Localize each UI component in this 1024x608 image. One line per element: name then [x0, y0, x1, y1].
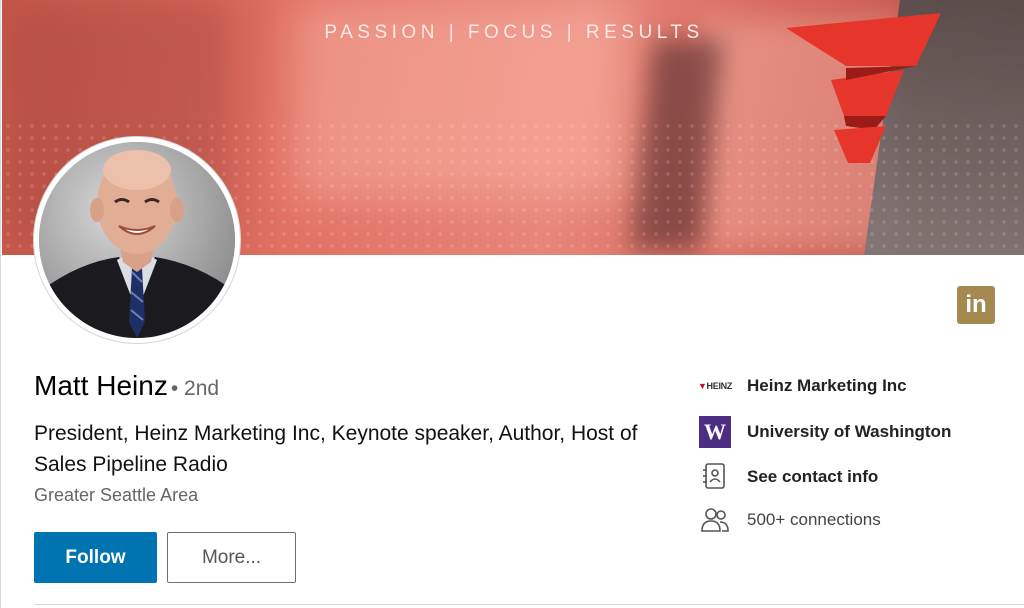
company-name: Heinz Marketing Inc	[747, 376, 907, 395]
current-company[interactable]: ▼HEINZ Heinz Marketing Inc	[697, 370, 907, 402]
linkedin-icon[interactable]: in	[957, 286, 995, 324]
connection-degree: • 2nd	[170, 377, 220, 400]
profile-location: Greater Seattle Area	[34, 485, 199, 505]
connections-link[interactable]: 500+ connections	[699, 504, 881, 536]
uw-logo-icon: W	[699, 416, 731, 448]
profile-name-row: Matt Heinz • 2nd	[34, 370, 219, 402]
card-divider	[34, 604, 1024, 605]
profile-avatar[interactable]	[34, 137, 240, 343]
school-name: University of Washington	[747, 422, 952, 441]
profile-name: Matt Heinz	[34, 370, 168, 401]
more-button[interactable]: More...	[167, 532, 296, 583]
education-school[interactable]: W University of Washington	[699, 416, 951, 448]
connections-icon	[699, 504, 731, 536]
follow-button[interactable]: Follow	[34, 532, 157, 583]
profile-photo	[39, 142, 235, 338]
contact-info-link[interactable]: See contact info	[699, 461, 878, 493]
profile-headline: President, Heinz Marketing Inc, Keynote …	[34, 422, 638, 476]
connections-label: 500+ connections	[747, 510, 881, 529]
contact-info-label: See contact info	[747, 467, 879, 486]
contact-card-icon	[699, 461, 731, 493]
heinz-logo-icon: ▼HEINZ	[697, 381, 733, 391]
profile-card: PASSION | FOCUS | RESULTS in Matt Heinz …	[0, 0, 1024, 608]
heinz-marketing-logo-mark	[786, 13, 941, 163]
